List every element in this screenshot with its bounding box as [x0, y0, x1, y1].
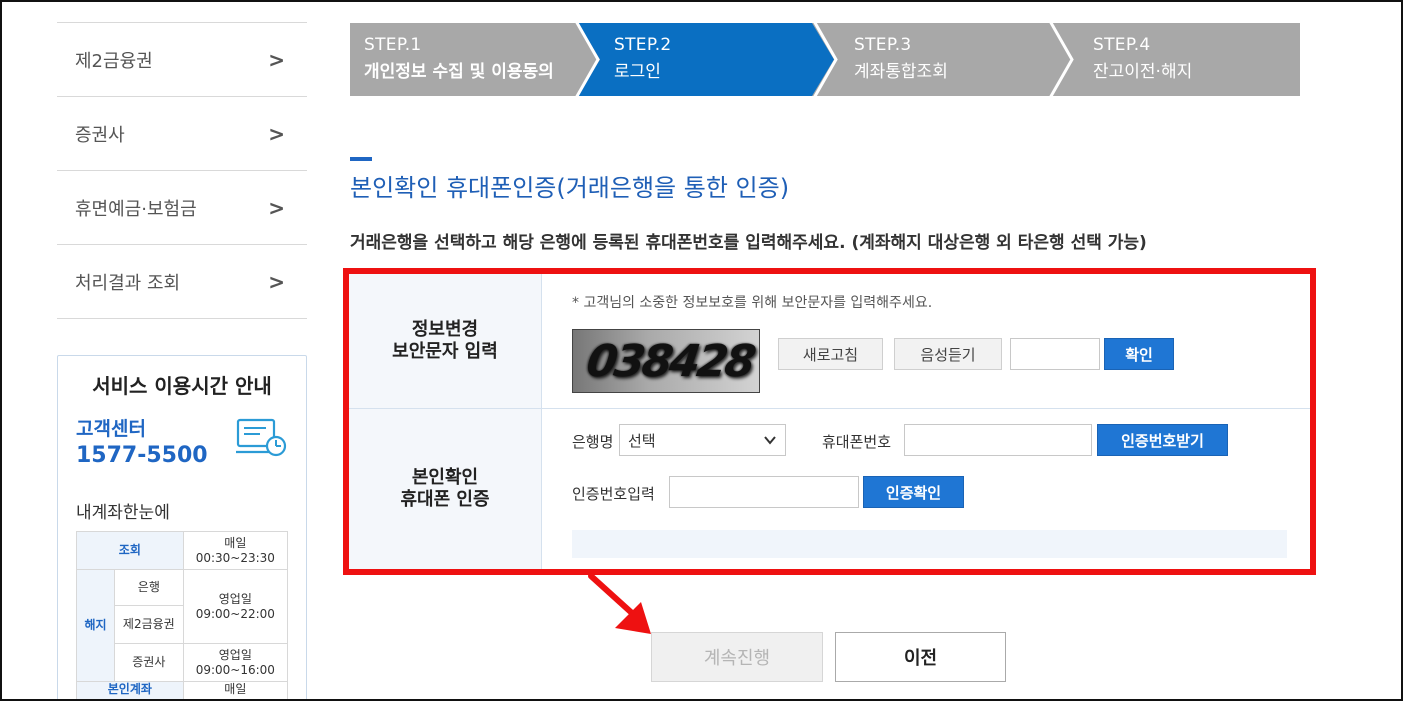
sidebar-item-securities[interactable]: 증권사 > [57, 97, 307, 171]
customer-center-label: 고객센터 [76, 418, 146, 440]
row-header-line: 휴대폰 인증 [400, 489, 490, 510]
bank-select[interactable]: 선택 [619, 424, 786, 456]
row-header-line: 본인확인 [411, 467, 479, 488]
get-code-button[interactable]: 인증번호받기 [1097, 424, 1228, 456]
captcha-confirm-button[interactable]: 확인 [1104, 338, 1174, 370]
chevron-right-icon: > [268, 195, 285, 220]
step-progress: STEP.1 개인정보 수집 및 이용동의 STEP.2 로그인 STEP.3 … [350, 23, 1300, 96]
sidebar-item-label: 처리결과 조회 [75, 272, 181, 294]
sidebar: 제2금융권 > 증권사 > 휴면예금·보험금 > 처리결과 조회 > 서비스 이… [57, 0, 307, 701]
table-cell: 증권사 [114, 643, 184, 682]
sidebar-item-dormant[interactable]: 휴면예금·보험금 > [57, 171, 307, 245]
table-cell: 해지 [76, 569, 115, 682]
step-3: STEP.3 계좌통합조회 [840, 23, 948, 96]
clock-document-icon [236, 418, 287, 457]
table-cell: 본인계좌 [76, 681, 184, 701]
table-cell: 제2금융권 [114, 605, 184, 644]
verification-form: 정보변경 보안문자 입력 * 고객님의 소중한 정보보호를 위해 보안문자를 입력… [343, 268, 1316, 575]
customer-center-phone[interactable]: 1577-5500 [76, 443, 208, 468]
page-title: 본인확인 휴대폰인증(거래은행을 통한 인증) [350, 174, 790, 202]
table-cell: 매일 [182, 681, 289, 701]
account-overview-label: 내계좌한눈에 [76, 503, 170, 523]
phone-label: 휴대폰번호 [822, 433, 892, 451]
step-label: 잔고이전·해지 [1093, 62, 1193, 82]
code-input[interactable] [669, 476, 859, 508]
bank-select-value: 선택 [628, 431, 656, 450]
service-hours-table: 조회 매일 00:30~23:30 해지 은행 영업일 09:00~22:00 제2… [76, 531, 289, 701]
step-label: 개인정보 수집 및 이용동의 [364, 62, 554, 82]
chevron-down-icon [764, 436, 776, 445]
audio-button[interactable]: 음성듣기 [894, 338, 1002, 370]
sidebar-item-second-tier[interactable]: 제2금융권 > [57, 23, 307, 97]
captcha-image: 038428 [572, 329, 760, 393]
service-hours-title: 서비스 이용시간 안내 [92, 374, 272, 398]
captcha-row: 정보변경 보안문자 입력 * 고객님의 소중한 정보보호를 위해 보안문자를 입력… [349, 274, 1310, 409]
chevron-right-icon: > [268, 121, 285, 146]
sidebar-item-results[interactable]: 처리결과 조회 > [57, 245, 307, 319]
step-label: 계좌통합조회 [854, 62, 948, 82]
continue-button[interactable]: 계속진행 [651, 632, 823, 682]
step-2: STEP.2 로그인 [600, 23, 672, 96]
code-label: 인증번호입력 [572, 485, 655, 503]
step-label: 로그인 [614, 62, 661, 82]
table-cell: 매일 00:30~23:30 [182, 531, 289, 570]
message-strip [572, 530, 1287, 558]
sidebar-item-label: 증권사 [75, 124, 125, 146]
step-number: STEP.3 [854, 35, 912, 55]
captcha-text: 038428 [583, 336, 757, 387]
step-number: STEP.4 [1093, 35, 1151, 55]
service-hours-box: 서비스 이용시간 안내 고객센터 1577-5500 내계좌한눈에 조회 매일 0… [57, 355, 307, 701]
step-number: STEP.2 [614, 35, 672, 55]
sidebar-menu: 제2금융권 > 증권사 > 휴면예금·보험금 > 처리결과 조회 > [57, 22, 307, 319]
sidebar-item-label: 휴면예금·보험금 [75, 198, 197, 220]
title-accent-bar [350, 157, 372, 161]
verify-code-button[interactable]: 인증확인 [863, 476, 964, 508]
step-1: STEP.1 개인정보 수집 및 이용동의 [350, 23, 554, 96]
table-cell: 조회 [76, 531, 184, 570]
row-header-line: 보안문자 입력 [392, 341, 498, 362]
refresh-button[interactable]: 새로고침 [778, 338, 883, 370]
prev-button[interactable]: 이전 [835, 632, 1006, 682]
page-description: 거래은행을 선택하고 해당 은행에 등록된 휴대폰번호를 입력해주세요. (계좌… [350, 233, 1147, 253]
captcha-row-header: 정보변경 보안문자 입력 [349, 274, 542, 408]
phone-auth-row: 본인확인 휴대폰 인증 은행명 선택 휴대폰번호 인증번호받기 인증번호입력 인증… [349, 409, 1310, 569]
bank-label: 은행명 [572, 433, 614, 451]
sidebar-item-label: 제2금융권 [75, 50, 153, 72]
captcha-notice: * 고객님의 소중한 정보보호를 위해 보안문자를 입력해주세요. [572, 295, 933, 311]
captcha-input[interactable] [1010, 338, 1100, 370]
step-4: STEP.4 잔고이전·해지 [1079, 23, 1192, 96]
step-number: STEP.1 [364, 35, 422, 55]
customer-center: 고객센터 1577-5500 [76, 414, 208, 468]
chevron-right-icon: > [268, 269, 285, 294]
phone-input[interactable] [904, 424, 1092, 456]
chevron-right-icon: > [268, 47, 285, 72]
phone-auth-row-header: 본인확인 휴대폰 인증 [349, 409, 542, 569]
table-cell: 영업일 09:00~22:00 [182, 569, 289, 644]
annotation-arrow-icon [588, 573, 651, 634]
row-header-line: 정보변경 [411, 319, 479, 340]
table-cell: 영업일 09:00~16:00 [182, 643, 289, 682]
table-cell: 은행 [114, 569, 184, 606]
